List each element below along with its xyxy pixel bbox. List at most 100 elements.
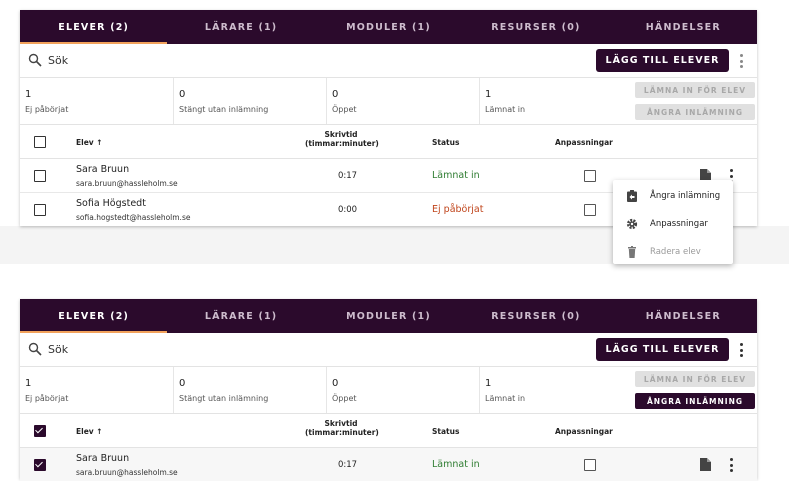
stat-value: 1 [485,89,492,100]
writing-time: 0:00 [338,205,358,215]
tab-students[interactable]: ELEVER (2) [20,299,168,333]
tab-teachers[interactable]: LÄRARE (1) [167,299,314,333]
search-icon [28,342,42,356]
stat-label: Stängt utan inlämning [179,394,269,403]
column-time-label: Skrivtid [324,419,358,428]
column-time-label: Skrivtid [324,130,358,139]
menu-item-label: Radera elev [650,247,701,257]
column-adjustments: Anpassningar [555,427,613,436]
menu-item-undo-submission[interactable]: Ångra inlämning [613,183,733,209]
status-summary: 1 Ej påbörjat 0 Stängt utan inlämning 0 … [20,78,757,125]
stat-label: Stängt utan inlämning [179,105,269,114]
status-badge: Lämnat in [432,459,480,470]
adjustments-checkbox[interactable] [584,170,596,182]
student-name: Sara Bruun [76,453,130,464]
column-student-label: Elev [76,138,94,147]
undo-submission-button[interactable]: ÅNGRA INLÄMNING [635,393,755,409]
student-name: Sara Bruun [76,164,130,175]
stat-value: 1 [25,89,32,100]
student-email: sofia.hogstedt@hassleholm.se [76,213,191,222]
search-input[interactable]: Sök [48,343,68,356]
gear-icon [626,218,638,230]
stat-value: 0 [179,89,186,100]
stat-closed: 0 Stängt utan inlämning [173,367,326,413]
tab-modules[interactable]: MODULER (1) [315,10,462,44]
column-student[interactable]: Elev ↑ [76,138,103,147]
search-icon [28,53,42,67]
stat-submitted: 1 Lämnat in [479,78,632,124]
menu-item-label: Anpassningar [650,219,708,229]
tab-resources[interactable]: RESURSER (0) [462,299,609,333]
tab-bar: ELEVER (2) LÄRARE (1) MODULER (1) RESURS… [20,299,757,333]
row-checkbox[interactable] [34,204,46,216]
add-students-button[interactable]: LÄGG TILL ELEVER [596,338,729,361]
sort-up-icon: ↑ [96,138,103,147]
column-time-unit: (timmar:minuter) [305,428,379,437]
student-email: sara.bruun@hassleholm.se [76,468,178,477]
stat-not-started: 1 Ej påbörjat [20,367,172,413]
stat-label: Lämnat in [485,394,526,403]
stat-open: 0 Öppet [326,367,479,413]
stat-open: 0 Öppet [326,78,479,124]
stat-submitted: 1 Lämnat in [479,367,632,413]
status-badge: Ej påbörjat [432,204,484,215]
undo-clipboard-icon [627,190,637,202]
table-row[interactable]: Sara Bruun sara.bruun@hassleholm.se 0:17… [20,448,757,481]
column-time: Skrivtid (timmar:minuter) [305,419,379,437]
stat-value: 0 [179,378,186,389]
trash-icon [628,246,636,258]
stat-value: 1 [25,378,32,389]
stat-value: 0 [332,89,339,100]
stat-label: Ej påbörjat [25,394,69,403]
submit-for-student-button[interactable]: LÄMNA IN FÖR ELEV [635,371,755,387]
undo-submission-button[interactable]: ÅNGRA INLÄMNING [635,104,755,120]
select-all-checkbox[interactable] [34,425,46,437]
add-students-button[interactable]: LÄGG TILL ELEVER [596,49,729,72]
tab-teachers[interactable]: LÄRARE (1) [167,10,314,44]
stat-label: Öppet [332,394,357,403]
column-student-label: Elev [76,427,94,436]
student-email: sara.bruun@hassleholm.se [76,179,178,188]
student-name: Sofia Högstedt [76,198,146,209]
column-status: Status [432,138,460,147]
document-icon[interactable] [700,458,711,471]
row-checkbox[interactable] [34,459,46,471]
writing-time: 0:17 [338,171,358,181]
table-header: Elev ↑ Skrivtid (timmar:minuter) Status … [20,125,757,159]
column-time: Skrivtid (timmar:minuter) [305,130,379,148]
writing-time: 0:17 [338,460,358,470]
submit-for-student-button[interactable]: LÄMNA IN FÖR ELEV [635,82,755,98]
stat-closed: 0 Stängt utan inlämning [173,78,326,124]
tab-events[interactable]: HÄNDELSER [610,299,757,333]
row-context-menu: Ångra inlämning Anpassningar Radera elev [613,180,733,264]
status-badge: Lämnat in [432,170,480,181]
stat-value: 1 [485,378,492,389]
tab-bar: ELEVER (2) LÄRARE (1) MODULER (1) RESURS… [20,10,757,44]
search-input[interactable]: Sök [48,54,68,67]
stat-label: Ej påbörjat [25,105,69,114]
menu-item-delete-student[interactable]: Radera elev [613,239,733,264]
menu-item-label: Ångra inlämning [650,191,721,201]
select-all-checkbox[interactable] [34,136,46,148]
tab-modules[interactable]: MODULER (1) [315,299,462,333]
tab-students[interactable]: ELEVER (2) [20,10,168,44]
adjustments-checkbox[interactable] [584,459,596,471]
more-options-icon[interactable] [739,54,743,68]
toolbar: Sök LÄGG TILL ELEVER [20,44,757,78]
column-adjustments: Anpassningar [555,138,613,147]
stat-value: 0 [332,378,339,389]
row-menu-icon[interactable] [729,458,733,472]
table-header: Elev ↑ Skrivtid (timmar:minuter) Status … [20,414,757,448]
stat-not-started: 1 Ej påbörjat [20,78,172,124]
column-student[interactable]: Elev ↑ [76,427,103,436]
more-options-icon[interactable] [739,343,743,357]
sort-up-icon: ↑ [96,427,103,436]
menu-item-adjustments[interactable]: Anpassningar [613,211,733,237]
adjustments-checkbox[interactable] [584,204,596,216]
tab-events[interactable]: HÄNDELSER [610,10,757,44]
stat-label: Lämnat in [485,105,526,114]
column-status: Status [432,427,460,436]
row-checkbox[interactable] [34,170,46,182]
tab-resources[interactable]: RESURSER (0) [462,10,609,44]
stat-label: Öppet [332,105,357,114]
